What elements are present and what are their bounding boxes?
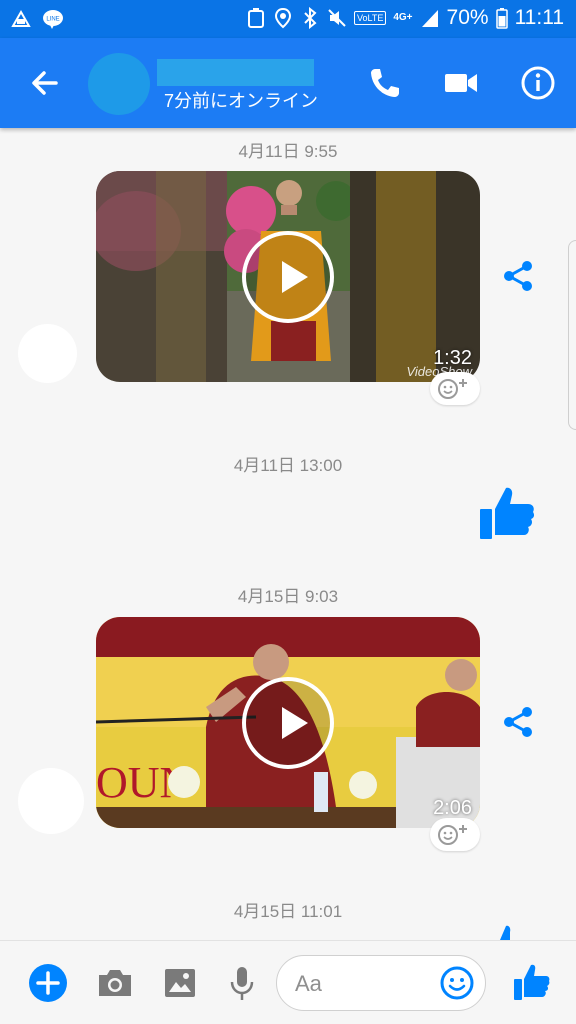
add-reaction-icon (438, 379, 467, 399)
timestamp: 4月15日 11:01 (233, 902, 343, 921)
recycle-icon (247, 8, 264, 28)
conversation-header: 7分前にオンライン (0, 38, 576, 128)
video-message[interactable]: VideoShow 1:32 (96, 171, 480, 382)
gallery-icon[interactable] (160, 963, 200, 1003)
presence-status: 7分前にオンライン (164, 91, 319, 111)
video-duration: 2:06 (433, 797, 472, 819)
thumbs-up-icon[interactable] (511, 961, 551, 1003)
plus-icon[interactable] (28, 963, 68, 1003)
video-camera-icon[interactable] (441, 63, 481, 103)
volte-badge: VoLTE (353, 11, 387, 25)
bluetooth-icon (304, 7, 317, 29)
info-icon[interactable] (518, 63, 558, 103)
share-icon[interactable] (500, 258, 536, 294)
share-icon[interactable] (500, 704, 536, 740)
timestamp: 4月11日 13:00 (233, 456, 343, 475)
add-reaction-button[interactable] (430, 372, 480, 405)
play-button[interactable] (242, 676, 334, 769)
mute-icon (328, 9, 346, 27)
phone-icon[interactable] (364, 63, 404, 103)
sender-avatar[interactable] (18, 324, 77, 383)
microphone-icon[interactable] (222, 963, 262, 1003)
play-button[interactable] (242, 230, 334, 323)
timestamp: 4月15日 9:03 (237, 587, 339, 606)
battery-icon (495, 8, 508, 29)
status-bar: LINE VoLTE 4G+ 70% 11:11 (0, 0, 576, 38)
network-type: 4G+ (393, 12, 413, 23)
back-arrow-icon[interactable] (26, 64, 64, 102)
signal-icon (421, 10, 438, 27)
contact-avatar[interactable] (88, 53, 150, 115)
clock: 11:11 (514, 6, 564, 29)
message-list[interactable]: 4月11日 9:55 VideoShow 1:32 4月11日 13:00 4月… (0, 128, 576, 940)
add-reaction-button[interactable] (430, 818, 480, 851)
camera-icon[interactable] (95, 963, 135, 1003)
thumbs-up-icon[interactable] (476, 482, 536, 542)
location-icon (274, 7, 291, 29)
scrollbar[interactable] (568, 240, 576, 430)
emoji-icon[interactable] (439, 965, 475, 1001)
video-message[interactable]: OUN 2:06 (96, 617, 480, 828)
add-reaction-icon (438, 825, 467, 845)
video-duration: 1:32 (433, 347, 472, 369)
svg-text:LINE: LINE (46, 17, 59, 23)
partial-thumbs-up-icon (500, 925, 511, 940)
contact-name-redacted[interactable] (157, 59, 314, 86)
line-app-icon: LINE (43, 10, 63, 29)
composer-bar: Aa (0, 940, 576, 1024)
battery-percent: 70% (446, 6, 489, 29)
message-input-placeholder: Aa (295, 971, 322, 996)
timestamp: 4月11日 9:55 (238, 142, 338, 161)
sender-avatar[interactable] (18, 768, 84, 834)
message-input[interactable]: Aa (276, 955, 486, 1011)
robot-notification-icon (11, 9, 31, 27)
